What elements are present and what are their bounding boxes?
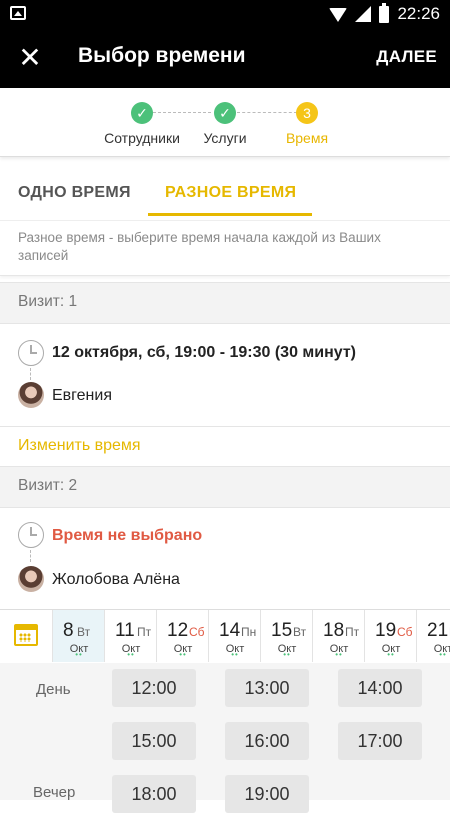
visit-1-title: Визит: 1 [18,293,78,310]
calendar-icon[interactable] [14,624,38,646]
date-number: 15 [271,620,293,641]
wifi-icon [329,8,348,22]
time-slot-button[interactable]: 12:00 [112,669,196,707]
weekday-label: Пн [241,625,257,639]
time-slot-button[interactable]: 16:00 [225,722,309,760]
visit-2-time: Время не выбрано [52,527,203,544]
availability-dots-icon: •• [335,650,343,659]
weekday-label: Сб [189,625,205,639]
availability-dots-icon: •• [387,650,395,659]
signal-icon [355,6,372,22]
date-number: 19 [375,620,397,641]
weekday-label: Пт [345,625,360,639]
date-item[interactable]: 21ПнОкт•• [416,610,450,662]
status-time: 22:26 [397,4,440,23]
clock-icon [18,340,44,366]
timeline-connector [30,550,31,562]
check-icon: ✓ [131,102,153,124]
visit-2-staff: Жолобова Алёна [52,571,180,588]
page-title: Выбор времени [78,44,246,67]
divider [0,426,450,427]
time-slot-button[interactable]: 17:00 [338,722,422,760]
image-notification-icon [10,6,26,20]
avatar [18,566,44,592]
time-slots: День 12:00 13:00 14:00 15:00 16:00 17:00… [0,663,450,813]
availability-dots-icon: •• [179,650,187,659]
tab-different-time[interactable]: РАЗНОЕ ВРЕМЯ [165,184,296,202]
availability-dots-icon: •• [439,650,447,659]
weekday-label: Вт [77,625,91,639]
date-item[interactable]: 14 Пн Окт •• [208,610,261,662]
visit-1-staff: Евгения [52,387,112,404]
date-item[interactable]: 11 Пт Окт •• [104,610,157,662]
tab-bar: ОДНО ВРЕМЯ РАЗНОЕ ВРЕМЯ [0,167,450,219]
evening-label: Вечер [33,784,76,801]
info-banner: Разное время - выберите время начала каж… [0,220,450,276]
date-item[interactable]: 15 Вт Окт •• [260,610,313,662]
visit-2-title: Визит: 2 [18,477,78,494]
step-time[interactable]: 3 Время [257,102,357,146]
timeline-connector [30,368,31,380]
date-number: 12 [167,620,189,641]
weekday-label: Пт [137,625,152,639]
visit-2-header: Визит: 2 [0,466,450,508]
date-number: 18 [323,620,345,641]
stepper: ✓ Сотрудники ✓ Услуги 3 Время [0,88,450,157]
app-bar: ✕ Выбор времени ДАЛЕЕ [0,28,450,88]
info-text: Разное время - выберите время начала каж… [18,230,381,263]
availability-dots-icon: •• [283,650,291,659]
date-strip: 8 Вт Окт •• 11 Пт Окт •• 12 Сб Окт •• 14 Пн Окт •• 15 Вт О… [0,609,450,664]
avatar [18,382,44,408]
weekday-label: Вт [293,625,307,639]
clock-icon [18,522,44,548]
availability-dots-icon: •• [127,650,135,659]
step-number-badge: 3 [296,102,318,124]
visit-1-time: 12 октября, сб, 19:00 - 19:30 (30 минут) [52,344,356,361]
visit-1-header: Визит: 1 [0,282,450,324]
weekday-label: Сб [397,625,413,639]
date-item[interactable]: 8 Вт Окт •• [52,610,105,662]
step-label: Время [285,130,329,146]
date-number: 21 [427,620,449,641]
date-number: 8 [63,620,74,641]
availability-dots-icon: •• [75,650,83,659]
active-tab-indicator [148,213,312,216]
time-slot-button[interactable]: 15:00 [112,722,196,760]
date-item[interactable]: 19 Сб Окт •• [364,610,417,662]
availability-dots-icon: •• [231,650,239,659]
close-icon[interactable]: ✕ [14,42,46,74]
date-item[interactable]: 12 Сб Окт •• [156,610,209,662]
date-number: 14 [219,620,241,641]
time-slot-button[interactable]: 18:00 [112,775,196,813]
visit-2-details: Время не выбрано Жолобова Алёна [0,506,450,608]
check-icon: ✓ [214,102,236,124]
time-slot-button[interactable]: 19:00 [225,775,309,813]
status-bar: 22:26 [0,0,450,28]
day-label: День [36,681,71,698]
visit-1-details: 12 октября, сб, 19:00 - 19:30 (30 минут)… [0,322,450,426]
date-number: 11 [115,620,135,641]
time-slot-button[interactable]: 14:00 [338,669,422,707]
date-item[interactable]: 18 Пт Окт •• [312,610,365,662]
next-button[interactable]: ДАЛЕЕ [376,47,437,67]
time-slot-button[interactable]: 13:00 [225,669,309,707]
battery-icon [379,2,390,23]
tab-single-time[interactable]: ОДНО ВРЕМЯ [18,184,131,202]
change-time-link[interactable]: Изменить время [18,437,141,455]
